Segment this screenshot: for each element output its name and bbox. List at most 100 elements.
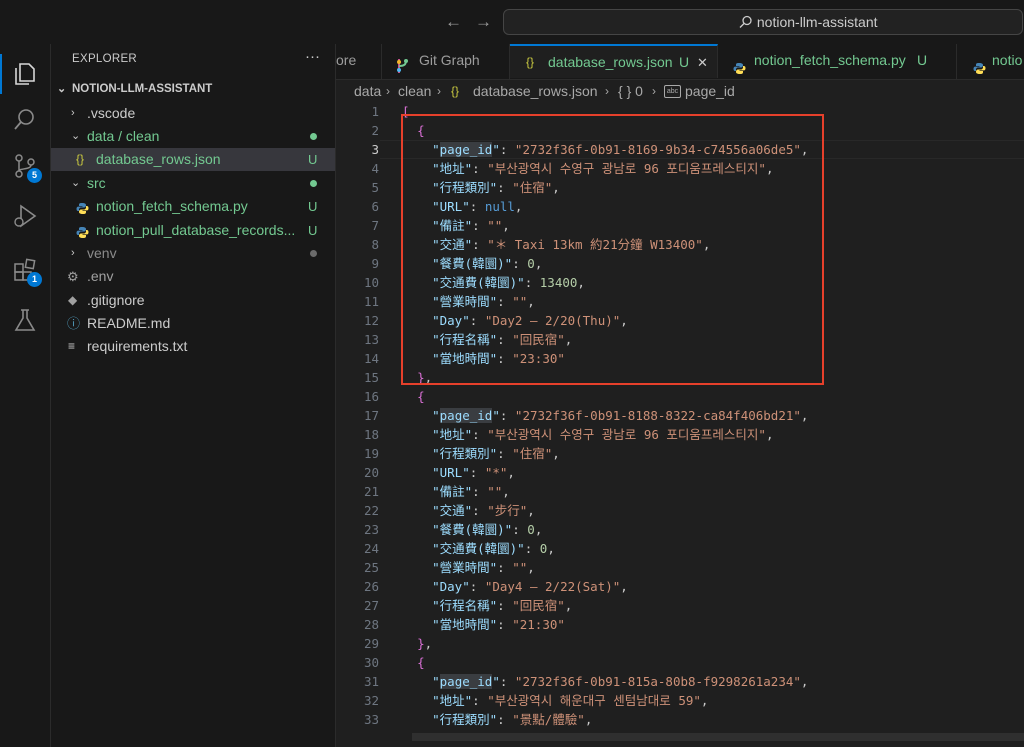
code-line: },: [417, 636, 433, 651]
more-actions-icon[interactable]: ···: [305, 48, 320, 65]
line-number: 3: [371, 142, 379, 157]
string-property-icon: abc: [664, 85, 681, 98]
tree-label: venv: [87, 245, 117, 261]
line-number: 26: [363, 579, 379, 594]
breadcrumb-item[interactable]: { } 0: [618, 80, 643, 102]
command-center-search[interactable]: notion-llm-assistant: [503, 9, 1023, 35]
tree-file-notion-pull[interactable]: notion_pull_database_records... U: [51, 219, 335, 242]
tab-status: U: [917, 52, 928, 68]
code-line: "備註": "",: [432, 484, 510, 499]
tree-file-notion-fetch-schema[interactable]: notion_fetch_schema.py U: [51, 195, 335, 218]
code-line: "交通費(韓圜)": 0,: [432, 541, 555, 556]
activity-bar: 5 1: [0, 44, 51, 747]
line-number: 19: [363, 446, 379, 461]
code-line: "行程類別": "景點/體驗",: [432, 712, 593, 727]
ignored-dot: [310, 250, 317, 257]
text-lines-icon: ≡: [68, 339, 76, 353]
git-diamond-icon: ◆: [68, 293, 78, 307]
tab-git-graph[interactable]: Git Graph: [382, 44, 510, 79]
untracked-badge: U: [308, 199, 318, 214]
tab-label: Git Graph: [419, 52, 480, 68]
code-line: "URL": "*",: [432, 465, 515, 480]
tab-label: ore: [336, 52, 357, 68]
untracked-dot: [310, 133, 317, 140]
breadcrumb-item[interactable]: database_rows.json: [473, 80, 598, 102]
code-line: "地址": "부산광역시 해운대구 센텀남대로 59",: [432, 693, 709, 708]
source-control-icon[interactable]: 5: [11, 152, 42, 183]
tree-label: README.md: [87, 315, 171, 331]
tree-file-database-rows-json[interactable]: {} database_rows.json U: [51, 148, 335, 171]
line-number: 4: [371, 161, 379, 176]
line-number: 29: [363, 636, 379, 651]
breadcrumb-item[interactable]: clean: [398, 80, 431, 102]
untracked-dot: [310, 180, 317, 187]
code-line: "行程類別": "住宿",: [432, 446, 560, 461]
tab-database-rows-json[interactable]: {} database_rows.json U ✕: [510, 44, 718, 78]
command-center-label: notion-llm-assistant: [739, 14, 878, 30]
breadcrumb-separator: ›: [605, 84, 609, 98]
horizontal-scrollbar[interactable]: [412, 733, 1024, 741]
gear-icon: ⚙: [67, 269, 79, 284]
python-icon: [973, 54, 986, 79]
tab-label: notio: [992, 52, 1023, 68]
tree-label: .gitignore: [87, 292, 145, 308]
testing-icon[interactable]: [11, 306, 39, 334]
explorer-icon[interactable]: [11, 60, 39, 88]
tree-file-gitignore[interactable]: ◆ .gitignore: [51, 289, 335, 312]
line-number: 20: [363, 465, 379, 480]
extensions-icon[interactable]: 1: [11, 256, 42, 287]
code-line: "地址": "부산광역시 수영구 광남로 96 포디움프레스티지",: [432, 427, 774, 442]
workspace-root[interactable]: ⌄ NOTION-LLM-ASSISTANT: [51, 78, 335, 101]
line-number: 22: [363, 503, 379, 518]
tree-file-readme[interactable]: ⓘ README.md: [51, 312, 335, 335]
code-line: "營業時間": "",: [432, 560, 535, 575]
line-number: 31: [363, 674, 379, 689]
breadcrumb-item[interactable]: page_id: [685, 80, 735, 102]
json-icon: {}: [451, 84, 460, 98]
breadcrumb: data › clean › {} database_rows.json › {…: [336, 80, 1024, 102]
run-debug-icon[interactable]: [11, 202, 39, 230]
line-number: 30: [363, 655, 379, 670]
line-number: 21: [363, 484, 379, 499]
back-arrow-icon[interactable]: ←: [445, 12, 462, 32]
line-number: 32: [363, 693, 379, 708]
line-number: 10: [363, 275, 379, 290]
search-icon[interactable]: [11, 106, 39, 134]
tab-explore-partial[interactable]: ore: [336, 44, 382, 79]
line-number: 24: [363, 541, 379, 556]
tree-folder-src[interactable]: ⌄ src: [51, 172, 335, 195]
tab-label: notion_fetch_schema.py: [754, 52, 906, 68]
chevron-down-icon: ⌄: [57, 83, 67, 95]
explorer-sidebar: EXPLORER ··· ⌄ NOTION-LLM-ASSISTANT › .v…: [51, 44, 336, 747]
explorer-title: EXPLORER: [72, 53, 138, 65]
tree-label: .env: [87, 268, 114, 284]
breadcrumb-item[interactable]: data: [354, 80, 381, 102]
tree-folder-data-clean[interactable]: ⌄ data / clean: [51, 125, 335, 148]
line-number: 5: [371, 180, 379, 195]
tree-folder-venv[interactable]: › venv: [51, 242, 335, 265]
line-number: 13: [363, 332, 379, 347]
tree-label: src: [87, 175, 106, 191]
line-number: 11: [363, 294, 379, 309]
code-line: "page_id": "2732f36f-0b91-8188-8322-ca84…: [432, 408, 809, 423]
code-line: {: [417, 655, 425, 670]
breadcrumb-separator: ›: [386, 84, 390, 98]
highlight-annotation-box: [401, 114, 824, 385]
forward-arrow-icon[interactable]: →: [475, 12, 492, 32]
tree-folder-vscode[interactable]: › .vscode: [51, 102, 335, 125]
json-icon: {}: [526, 55, 535, 69]
tree-file-requirements[interactable]: ≡ requirements.txt: [51, 335, 335, 358]
info-icon: ⓘ: [67, 316, 81, 331]
tree-label: notion_fetch_schema.py: [96, 198, 248, 214]
tab-notion-partial[interactable]: notio: [957, 44, 1024, 79]
line-number: 12: [363, 313, 379, 328]
line-number: 25: [363, 560, 379, 575]
chevron-down-icon: ⌄: [71, 177, 81, 189]
close-icon[interactable]: ✕: [697, 46, 708, 78]
tab-label: database_rows.json: [548, 54, 673, 70]
workspace-name: notion-llm-assistant: [756, 14, 878, 30]
tab-notion-fetch-schema[interactable]: notion_fetch_schema.py U: [719, 44, 957, 79]
tree-file-env[interactable]: ⚙ .env: [51, 265, 335, 288]
active-indicator: [0, 54, 2, 94]
search-icon: [739, 15, 752, 28]
